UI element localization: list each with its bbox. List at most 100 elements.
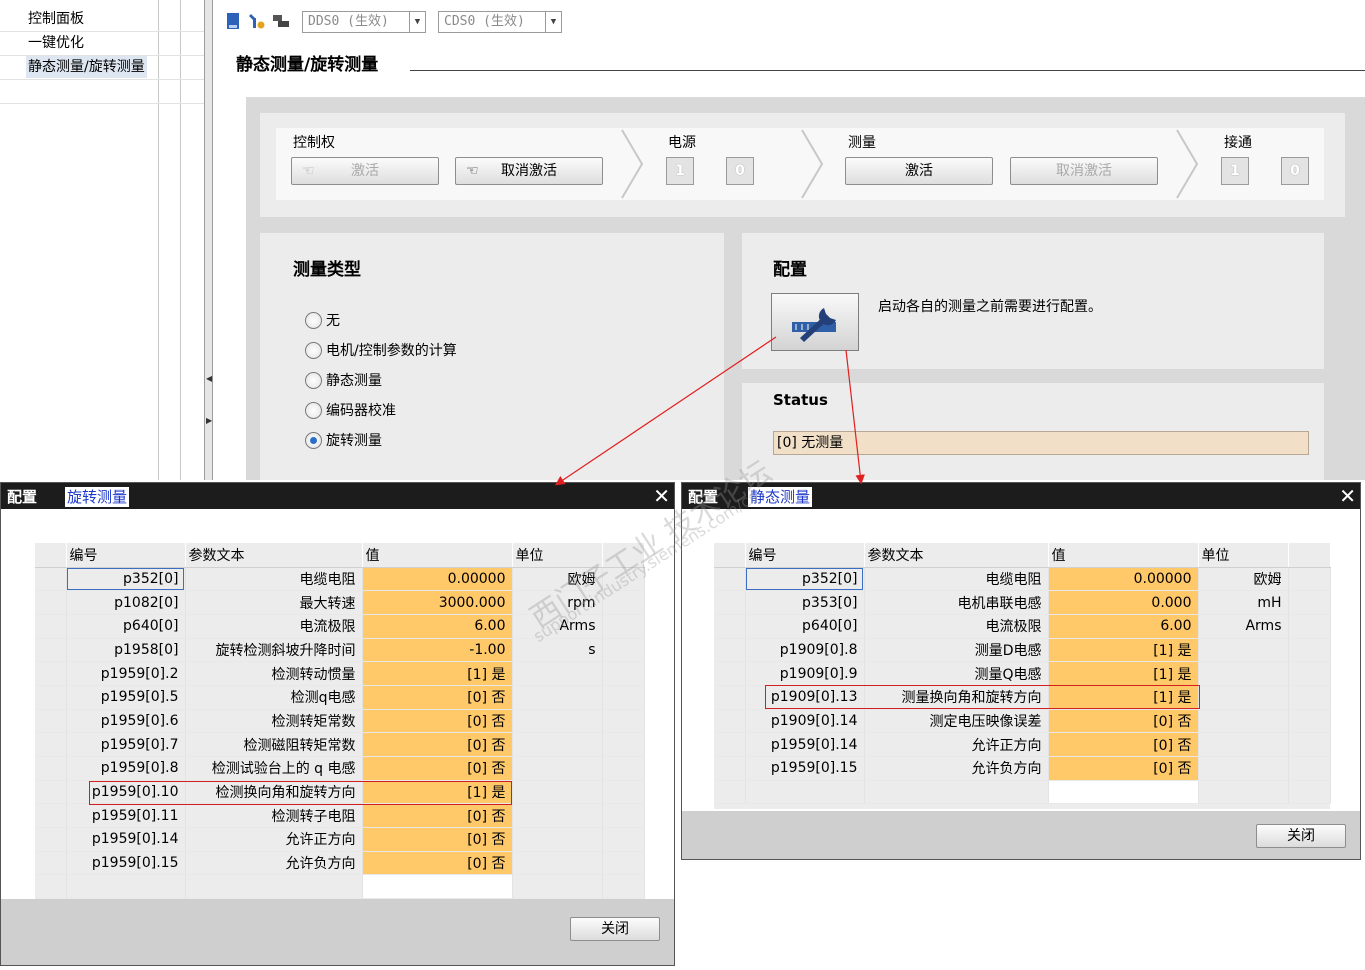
enable-on-button[interactable]: 1 [1221, 157, 1249, 185]
column-header-text[interactable]: 参数文本 [185, 543, 363, 568]
table-row[interactable]: p1958[0] 旋转检测斜坡升降时间 -1.00 s [35, 638, 645, 663]
param-value[interactable]: [0] 否 [362, 851, 513, 876]
column-header-id[interactable]: 编号 [745, 543, 865, 568]
table-row[interactable]: p1959[0].6 检测转矩常数 [0] 否 [35, 709, 645, 734]
param-value[interactable]: [1] 是 [1048, 661, 1199, 686]
dialog-titlebar[interactable]: 配置 静态测量 ✕ [682, 483, 1360, 509]
param-value[interactable]: [0] 否 [362, 803, 513, 829]
enable-label: 接通 [1224, 135, 1252, 151]
table-row[interactable]: p1959[0].15 允许负方向 [0] 否 [35, 851, 645, 876]
table-row[interactable]: p1082[0] 最大转速 3000.000 rpm [35, 590, 645, 615]
param-value[interactable]: [1] 是 [1048, 638, 1199, 663]
radio-selected-icon[interactable] [305, 431, 322, 449]
table-row[interactable]: p1909[0].14 测定电压映像误差 [0] 否 [714, 709, 1331, 734]
nav-item-control-panel[interactable]: 控制面板 [26, 8, 86, 30]
column-header-unit[interactable]: 单位 [512, 543, 603, 568]
close-button[interactable]: 关闭 [1256, 824, 1346, 848]
table-row[interactable]: p353[0] 电机串联电感 0.000 mH [714, 590, 1331, 615]
param-value[interactable]: 6.00 [1048, 614, 1199, 639]
save-to-device-icon[interactable] [224, 12, 242, 30]
param-value[interactable]: 6.00 [362, 614, 513, 639]
column-header-value[interactable]: 值 [362, 543, 513, 568]
control-deactivate-button[interactable]: ☜ 取消激活 [455, 157, 603, 185]
table-row[interactable]: p1959[0].7 检测磁阻转矩常数 [0] 否 [35, 732, 645, 757]
table-row[interactable]: p1959[0].15 允许负方向 [0] 否 [714, 756, 1331, 781]
device-config-icon[interactable] [272, 12, 290, 30]
radio-icon[interactable] [305, 311, 322, 329]
table-row[interactable]: p352[0] 电缆电阻 0.00000 欧姆 [714, 567, 1331, 592]
param-value[interactable]: [0] 否 [362, 756, 513, 781]
close-icon[interactable]: ✕ [1339, 484, 1356, 508]
row-selector [714, 661, 746, 686]
close-button[interactable]: 关闭 [570, 917, 660, 941]
radio-motor-calc[interactable]: 电机/控制参数的计算 [305, 340, 457, 362]
table-row[interactable]: p1959[0].8 检测试验台上的 q 电感 [0] 否 [35, 756, 645, 781]
enable-off-button[interactable]: 0 [1281, 157, 1309, 185]
panel-splitter[interactable]: ◀ ▶ [204, 0, 213, 480]
power-off-button[interactable]: 0 [726, 157, 754, 185]
column-header-unit[interactable]: 单位 [1198, 543, 1289, 568]
nav-item-measurement[interactable]: 静态测量/旋转测量 [26, 56, 147, 78]
param-value[interactable]: [0] 否 [362, 685, 513, 710]
cds-select[interactable]: CDS0 (生效) ▼ [438, 11, 562, 33]
param-value[interactable]: 0.00000 [1048, 567, 1199, 592]
row-selector [35, 756, 67, 781]
table-row[interactable]: p1959[0].11 检测转子电阻 [0] 否 [35, 803, 645, 829]
param-value[interactable]: 0.00000 [362, 567, 513, 592]
power-on-button[interactable]: 1 [666, 157, 694, 185]
radio-none[interactable]: 无 [305, 310, 340, 332]
param-unit: Arms [512, 614, 603, 639]
param-value[interactable]: [0] 否 [362, 709, 513, 734]
param-id: p1959[0].14 [66, 827, 186, 852]
table-row[interactable] [714, 780, 1331, 805]
table-row[interactable]: p640[0] 电流极限 6.00 Arms [35, 614, 645, 639]
param-value [1048, 780, 1199, 805]
table-row[interactable]: p1909[0].8 测量D电感 [1] 是 [714, 638, 1331, 663]
radio-static[interactable]: 静态测量 [305, 370, 382, 392]
control-activate-button[interactable]: ☜ 激活 [291, 157, 439, 185]
table-row[interactable]: p1909[0].9 测量Q电感 [1] 是 [714, 661, 1331, 686]
row-filler [1288, 780, 1331, 805]
radio-rotary[interactable]: 旋转测量 [305, 430, 382, 452]
dialog-titlebar[interactable]: 配置 旋转测量 ✕ [1, 483, 674, 509]
column-header-id[interactable]: 编号 [66, 543, 186, 568]
power-label: 电源 [668, 135, 696, 151]
table-row[interactable]: p1959[0].14 允许正方向 [0] 否 [714, 732, 1331, 757]
dds-select[interactable]: DDS0 (生效) ▼ [302, 11, 426, 33]
param-value[interactable]: [0] 否 [1048, 709, 1199, 734]
collapse-left-icon[interactable]: ◀ [206, 372, 212, 386]
parameter-tools-icon[interactable] [248, 12, 266, 30]
radio-icon[interactable] [305, 341, 322, 359]
radio-encoder[interactable]: 编码器校准 [305, 400, 396, 422]
column-header-text[interactable]: 参数文本 [864, 543, 1049, 568]
param-value[interactable]: [0] 否 [362, 732, 513, 757]
param-value[interactable]: [0] 否 [1048, 756, 1199, 781]
param-value[interactable]: [0] 否 [362, 827, 513, 852]
param-value[interactable]: -1.00 [362, 638, 513, 663]
table-row[interactable]: p1959[0].14 允许正方向 [0] 否 [35, 827, 645, 852]
table-row[interactable]: p352[0] 电缆电阻 0.00000 欧姆 [35, 567, 645, 592]
measure-cancel-button[interactable]: 取消激活 [1010, 157, 1158, 185]
radio-icon[interactable] [305, 371, 322, 389]
table-row[interactable]: p1959[0].2 检测转动惯量 [1] 是 [35, 661, 645, 686]
chevron-down-icon[interactable]: ▼ [545, 12, 561, 32]
param-value[interactable]: 0.000 [1048, 590, 1199, 615]
dialog-footer: 关闭 [682, 811, 1360, 859]
param-value[interactable]: [0] 否 [1048, 732, 1199, 757]
config-button[interactable] [771, 293, 859, 351]
radio-icon[interactable] [305, 401, 322, 419]
radio-label: 无 [326, 313, 340, 329]
expand-right-icon[interactable]: ▶ [206, 414, 212, 428]
dialog-title: 配置 [688, 488, 719, 506]
param-value[interactable]: 3000.000 [362, 590, 513, 615]
nav-item-one-button-tuning[interactable]: 一键优化 [26, 32, 86, 54]
chevron-down-icon[interactable]: ▼ [409, 12, 425, 32]
table-row[interactable] [35, 874, 645, 900]
param-value[interactable]: [1] 是 [362, 661, 513, 686]
table-row[interactable]: p1959[0].5 检测q电感 [0] 否 [35, 685, 645, 710]
table-row[interactable]: p640[0] 电流极限 6.00 Arms [714, 614, 1331, 639]
column-header-value[interactable]: 值 [1048, 543, 1199, 568]
measure-activate-button[interactable]: 激活 [845, 157, 993, 185]
close-icon[interactable]: ✕ [653, 484, 670, 508]
param-id: p1082[0] [66, 590, 186, 615]
